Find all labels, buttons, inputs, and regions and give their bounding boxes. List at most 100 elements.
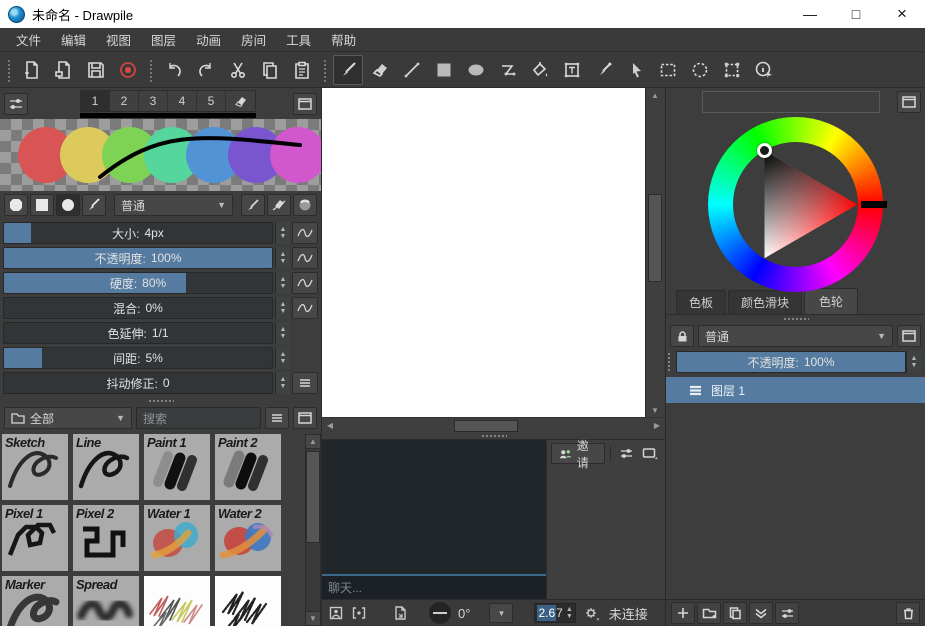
stabilizer-menu-icon[interactable] <box>292 372 318 394</box>
menu-tools[interactable]: 工具 <box>276 27 321 52</box>
text-tool-button[interactable] <box>557 55 587 85</box>
color-pickup-slider[interactable]: 色延伸:1/1 <box>3 322 273 344</box>
menu-session[interactable]: 房间 <box>231 27 276 52</box>
hardness-curve-button[interactable] <box>292 272 318 294</box>
maximize-button[interactable]: □ <box>833 0 879 28</box>
brush-shape-soft-round-icon[interactable] <box>4 194 28 216</box>
layer-properties-button[interactable] <box>775 602 799 624</box>
save-button[interactable] <box>81 55 111 85</box>
brush-tool-button[interactable] <box>333 55 363 85</box>
spinner-arrows[interactable]: ▲▼ <box>275 222 290 244</box>
spinner-arrows[interactable]: ▲▼ <box>275 372 290 394</box>
spinner-arrows[interactable]: ▲▼ <box>275 297 290 319</box>
rectangle-select-tool-button[interactable] <box>653 55 683 85</box>
redo-button[interactable] <box>191 55 221 85</box>
scroll-left-icon[interactable]: ◀ <box>322 419 338 433</box>
preset-pixel-1[interactable]: Pixel 1 <box>2 505 68 571</box>
toolbar-grip[interactable] <box>6 58 12 82</box>
preset-paint-2[interactable]: Paint 2 <box>215 434 281 500</box>
cut-button[interactable] <box>223 55 253 85</box>
brush-shape-square-icon[interactable] <box>30 194 54 216</box>
preset-water-1[interactable]: Water 1 <box>144 505 210 571</box>
drawing-canvas[interactable] <box>322 88 646 417</box>
color-picker-tool-button[interactable] <box>589 55 619 85</box>
rotation-dropdown-button[interactable]: ▼ <box>489 603 513 623</box>
toolbar-grip[interactable] <box>148 58 154 82</box>
size-curve-button[interactable] <box>292 222 318 244</box>
spinner-arrows[interactable]: ▲▼ <box>906 351 921 373</box>
new-file-button[interactable] <box>17 55 47 85</box>
undo-button[interactable] <box>159 55 189 85</box>
size-slider[interactable]: 大小:4px <box>3 222 273 244</box>
brush-settings-icon[interactable] <box>4 93 28 115</box>
preset-category-select[interactable]: 全部 ▼ <box>4 407 132 429</box>
preset-menu-icon[interactable] <box>265 407 289 429</box>
chat-detach-icon[interactable] <box>640 443 661 465</box>
color-selector-handle[interactable] <box>757 143 772 158</box>
close-button[interactable]: × <box>879 0 925 28</box>
canvas-horizontal-scrollbar[interactable]: ◀ ▶ <box>322 417 665 433</box>
pointer-tool-button[interactable] <box>621 55 651 85</box>
spinner-arrows[interactable]: ▲▼ <box>275 347 290 369</box>
preset-search-input[interactable]: 搜索 <box>136 407 261 429</box>
menu-layer[interactable]: 图层 <box>141 27 186 52</box>
layer-opacity-slider[interactable]: 不透明度:100% <box>676 351 906 373</box>
chat-messages[interactable] <box>322 440 546 574</box>
hardness-slider[interactable]: 硬度:80% <box>3 272 273 294</box>
color-wheel[interactable] <box>708 117 883 292</box>
delete-layer-button[interactable] <box>896 602 920 624</box>
smudge-mode-icon[interactable] <box>293 194 317 216</box>
menu-edit[interactable]: 编辑 <box>51 27 96 52</box>
minimize-button[interactable]: — <box>787 0 833 28</box>
spinner-arrows[interactable]: ▲▼ <box>275 272 290 294</box>
menu-file[interactable]: 文件 <box>6 27 51 52</box>
opacity-slider[interactable]: 不透明度:100% <box>3 247 273 269</box>
brush-slot-1[interactable]: 1 <box>81 91 110 111</box>
preset-pencil[interactable]: pencil <box>144 576 210 626</box>
scrollbar-thumb[interactable] <box>306 451 320 543</box>
dock-toggle-icon[interactable] <box>897 325 921 347</box>
menu-view[interactable]: 视图 <box>96 27 141 52</box>
rotation-dial[interactable] <box>429 602 451 624</box>
spinner-arrows[interactable]: ▲▼ <box>566 606 573 620</box>
brush-blend-mode-select[interactable]: 普通 ▼ <box>114 194 233 216</box>
line-tool-button[interactable] <box>397 55 427 85</box>
scroll-up-icon[interactable]: ▲ <box>306 435 320 449</box>
canvas-size-icon[interactable] <box>392 605 408 621</box>
dock-toggle-icon[interactable] <box>293 93 317 115</box>
spacing-slider[interactable]: 间距:5% <box>3 347 273 369</box>
menu-help[interactable]: 帮助 <box>321 27 366 52</box>
invite-button[interactable]: 邀请 <box>551 443 605 464</box>
chat-input[interactable]: 聊天... <box>322 574 546 599</box>
merge-layer-button[interactable] <box>749 602 773 624</box>
dock-toggle-icon[interactable] <box>897 91 921 113</box>
stabilizer-slider[interactable]: 抖动修正:0 <box>3 372 273 394</box>
brush-shape-mypaint-icon[interactable] <box>82 194 106 216</box>
eraser-tool-button[interactable] <box>365 55 395 85</box>
saturation-value-triangle[interactable] <box>708 117 883 292</box>
brush-slot-4[interactable]: 4 <box>168 91 197 111</box>
brush-slot-5[interactable]: 5 <box>197 91 226 111</box>
spinner-arrows[interactable]: ▲▼ <box>275 247 290 269</box>
layer-lock-icon[interactable] <box>670 325 694 347</box>
preset-scrollbar[interactable]: ▲ ▼ <box>305 434 321 626</box>
eraser-mode-icon[interactable] <box>267 194 291 216</box>
add-group-button[interactable] <box>697 602 721 624</box>
canvas-vertical-scrollbar[interactable]: ▲ ▼ <box>646 88 664 417</box>
brush-shape-round-icon[interactable] <box>56 194 80 216</box>
smudging-curve-button[interactable] <box>292 297 318 319</box>
scroll-up-icon[interactable]: ▲ <box>647 88 663 102</box>
lasso-select-tool-button[interactable] <box>685 55 715 85</box>
eraser-slot-icon[interactable] <box>226 91 255 111</box>
layer-blend-mode-select[interactable]: 普通 ▼ <box>698 325 893 347</box>
toolbar-grip[interactable] <box>322 58 328 82</box>
flip-view-icon[interactable] <box>351 605 367 621</box>
preset-marker[interactable]: Marker <box>2 576 68 626</box>
session-users-icon[interactable] <box>328 605 344 621</box>
fill-tool-button[interactable] <box>525 55 555 85</box>
ellipse-tool-button[interactable] <box>461 55 491 85</box>
smudging-slider[interactable]: 混合:0% <box>3 297 273 319</box>
scroll-down-icon[interactable]: ▼ <box>306 611 320 625</box>
preset-pixel-2[interactable]: Pixel 2 <box>73 505 139 571</box>
preset-line[interactable]: Line <box>73 434 139 500</box>
